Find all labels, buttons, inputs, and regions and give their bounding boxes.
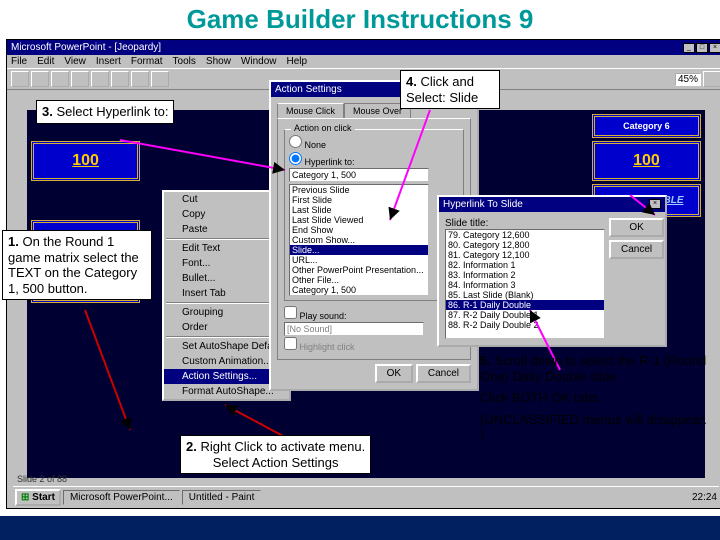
list-item[interactable]: Previous Slide	[290, 185, 428, 195]
start-button[interactable]: ⊞ Start	[15, 489, 61, 506]
save-icon[interactable]	[51, 71, 69, 87]
slide-title-label: Slide title:	[445, 218, 605, 229]
list-item[interactable]: End Show	[290, 225, 428, 235]
dialog-title: Action Settings	[275, 84, 342, 95]
callout-2: 2. Right Click to activate menu.Select A…	[180, 435, 371, 474]
dialog-title: Hyperlink To Slide	[443, 199, 523, 210]
list-item[interactable]: 82. Information 1	[446, 260, 604, 270]
help-icon[interactable]	[703, 71, 720, 87]
window-titlebar: Microsoft PowerPoint - [Jeopardy] _ □ ×	[7, 40, 720, 55]
cut-icon[interactable]	[111, 71, 129, 87]
sound-dropdown[interactable]: [No Sound]	[284, 322, 424, 336]
callout-3: 3. 3. Select Hyperlink to:Select Hyperli…	[36, 100, 174, 124]
list-item[interactable]: Last Slide	[290, 205, 428, 215]
footer-bar	[0, 516, 720, 540]
category-header: Category 6	[592, 114, 701, 138]
slide-listbox[interactable]: 79. Category 12,600 80. Category 12,800 …	[445, 229, 605, 339]
menu-tools[interactable]: Tools	[173, 56, 196, 67]
hyperlink-listbox[interactable]: Previous Slide First Slide Last Slide La…	[289, 184, 429, 296]
list-item[interactable]: 81. Category 12,100	[446, 250, 604, 260]
slide-counter: Slide 2 of 88	[17, 474, 67, 484]
copy-icon[interactable]	[131, 71, 149, 87]
menu-view[interactable]: View	[64, 56, 86, 67]
list-item[interactable]: URL...	[290, 255, 428, 265]
task-button[interactable]: Microsoft PowerPoint...	[63, 490, 180, 505]
list-item[interactable]: 83. Information 2	[446, 270, 604, 280]
taskbar: ⊞ Start Microsoft PowerPoint... Untitled…	[13, 486, 719, 508]
cancel-button[interactable]: Cancel	[416, 364, 471, 383]
menu-format[interactable]: Format	[131, 56, 163, 67]
list-item[interactable]: 88. R-2 Daily Double 2	[446, 320, 604, 330]
list-item-selected[interactable]: 86. R-1 Daily Double	[446, 300, 604, 310]
spell-icon[interactable]	[91, 71, 109, 87]
close-icon[interactable]: ×	[709, 43, 720, 53]
close-icon[interactable]: ×	[649, 199, 661, 209]
radio-hyperlink[interactable]	[289, 152, 302, 165]
window-title: Microsoft PowerPoint - [Jeopardy]	[11, 42, 161, 53]
board-value[interactable]: 100	[592, 141, 701, 181]
tab-mouse-click[interactable]: Mouse Click	[277, 103, 344, 118]
group-label: Action on click	[291, 123, 355, 133]
list-item[interactable]: 80. Category 12,800	[446, 240, 604, 250]
radio-hyperlink-label: Hyperlink to:	[305, 157, 355, 167]
hyperlink-dropdown[interactable]: Category 1, 500	[289, 168, 429, 182]
list-item[interactable]: 87. R-2 Daily Double 1	[446, 310, 604, 320]
zoom-field[interactable]: 45%	[675, 73, 701, 86]
paste-icon[interactable]	[151, 71, 169, 87]
list-item[interactable]: 79. Category 12,600	[446, 230, 604, 240]
clock: 22:24	[692, 492, 717, 503]
list-item[interactable]: Last Slide Viewed	[290, 215, 428, 225]
list-item-selected[interactable]: Slide...	[290, 245, 428, 255]
play-sound-label: Play sound:	[300, 311, 347, 321]
maximize-icon[interactable]: □	[696, 43, 708, 53]
list-item[interactable]: Custom Show...	[290, 235, 428, 245]
minimize-icon[interactable]: _	[683, 43, 695, 53]
task-button[interactable]: Untitled - Paint	[182, 490, 262, 505]
radio-none-label: None	[305, 140, 327, 150]
ok-button[interactable]: OK	[609, 218, 664, 237]
menu-window[interactable]: Window	[241, 56, 277, 67]
list-item[interactable]: Category 1, 500	[290, 285, 428, 295]
new-icon[interactable]	[11, 71, 29, 87]
open-icon[interactable]	[31, 71, 49, 87]
menu-edit[interactable]: Edit	[37, 56, 54, 67]
page-title: Game Builder Instructions 9	[0, 0, 720, 39]
list-item[interactable]: First Slide	[290, 195, 428, 205]
menu-help[interactable]: Help	[287, 56, 308, 67]
menu-bar: File Edit View Insert Format Tools Show …	[7, 55, 720, 68]
menu-slideshow[interactable]: Show	[206, 56, 231, 67]
list-item[interactable]: Other File...	[290, 275, 428, 285]
checkbox-highlight[interactable]	[284, 337, 297, 350]
list-item[interactable]: Other PowerPoint Presentation...	[290, 265, 428, 275]
list-item[interactable]: 85. Last Slide (Blank)	[446, 290, 604, 300]
callout-1: 1. On the Round 1 game matrix select the…	[2, 230, 152, 300]
callout-4: 4. Click and Select: Slide	[400, 70, 500, 109]
cancel-button[interactable]: Cancel	[609, 240, 664, 259]
highlight-label: Highlight click	[300, 342, 355, 352]
menu-file[interactable]: File	[11, 56, 27, 67]
print-icon[interactable]	[71, 71, 89, 87]
menu-insert[interactable]: Insert	[96, 56, 121, 67]
board-value[interactable]: 100	[31, 141, 140, 181]
ok-button[interactable]: OK	[375, 364, 413, 383]
list-item[interactable]: 84. Information 3	[446, 280, 604, 290]
callout-5: 5. Scroll down to select the R-1 (Round …	[475, 350, 715, 446]
hyperlink-to-slide-dialog: Hyperlink To Slide × Slide title: 79. Cat…	[437, 195, 667, 347]
radio-none[interactable]	[289, 135, 302, 148]
checkbox-play-sound[interactable]	[284, 306, 297, 319]
